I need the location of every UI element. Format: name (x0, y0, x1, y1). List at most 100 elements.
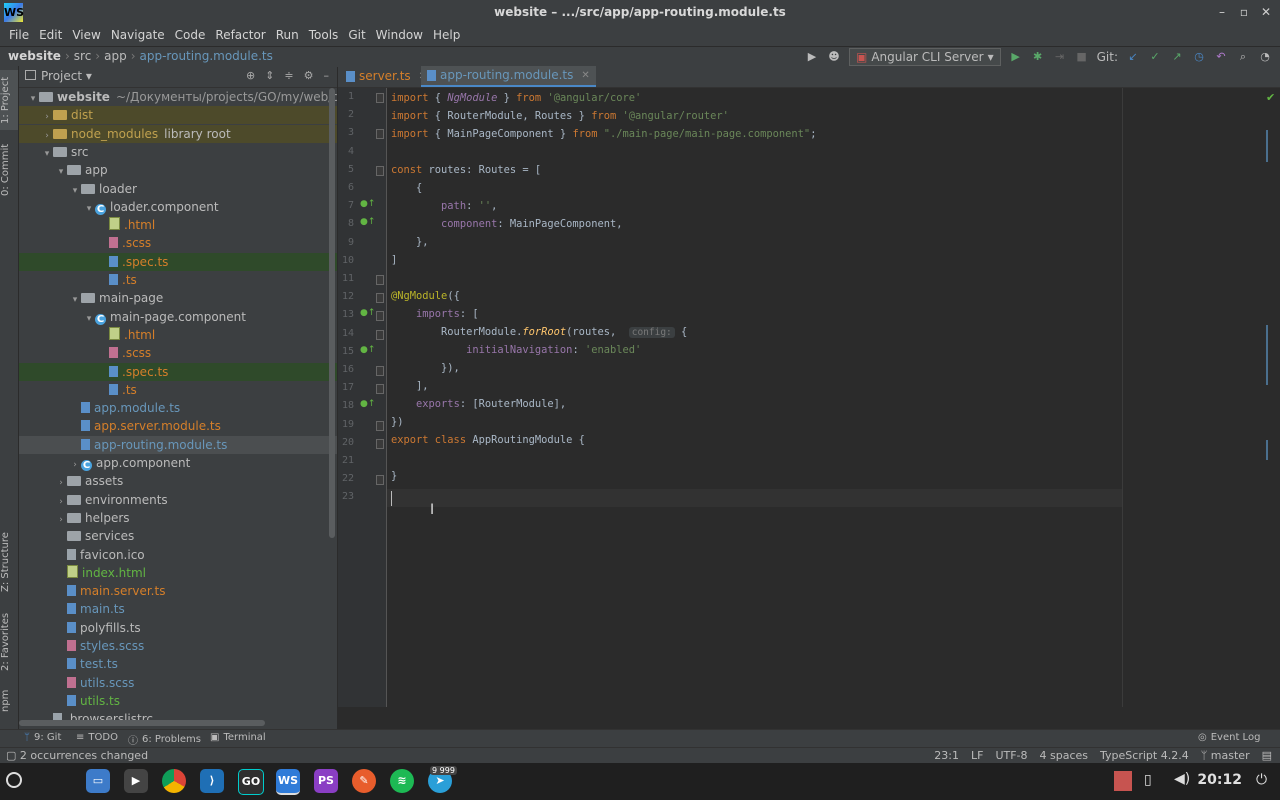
terminal-app-icon[interactable]: ▶ (124, 769, 148, 793)
file-manager-icon[interactable]: ▭ (86, 769, 110, 793)
locate-icon[interactable]: ⊕ (246, 69, 255, 82)
tree-item[interactable]: .scss (19, 344, 337, 362)
tree-item[interactable]: polyfills.ts (19, 619, 337, 637)
menu-git[interactable]: Git (343, 26, 370, 44)
tree-item[interactable]: test.ts (19, 655, 337, 673)
git-push-icon[interactable]: ↗ (1170, 50, 1184, 64)
tree-item[interactable]: › node_modules library root (19, 124, 337, 143)
tree-item[interactable]: .html (19, 216, 337, 234)
notifications-icon[interactable]: ◔ (1258, 50, 1272, 64)
tool-tab-event-log[interactable]: ◎ Event Log (1198, 732, 1260, 743)
chrome-icon[interactable] (162, 769, 186, 793)
line-separator[interactable]: LF (971, 749, 983, 762)
indent-setting[interactable]: 4 spaces (1040, 749, 1089, 762)
chevron-down-icon[interactable]: ▾ (41, 145, 53, 163)
tree-item[interactable]: › dist (19, 106, 337, 125)
tree-item[interactable]: .spec.ts (19, 252, 337, 271)
tool-tab-favorites[interactable]: 2: Favorites (0, 610, 18, 674)
menu-refactor[interactable]: Refactor (210, 26, 270, 44)
terminal-icon[interactable]: ▶ (805, 50, 819, 64)
tree-item[interactable]: app.server.module.ts (19, 417, 337, 435)
fold-marker-icon[interactable] (376, 165, 384, 176)
implements-marker-icon[interactable]: ●↑ (360, 199, 375, 209)
fold-marker-icon[interactable] (376, 275, 384, 285)
git-rollback-icon[interactable]: ↶ (1214, 50, 1228, 64)
menu-window[interactable]: Window (371, 26, 428, 44)
tree-item[interactable]: › Capp.component (19, 454, 337, 472)
tool-tab-structure[interactable]: Z: Structure (0, 530, 18, 594)
user-icon[interactable]: ☻ (827, 50, 841, 64)
tree-item[interactable]: .scss (19, 234, 337, 252)
tab-server-ts[interactable]: server.ts ✕ (340, 66, 433, 87)
vscode-icon[interactable]: ⟩ (200, 769, 224, 793)
file-encoding[interactable]: UTF-8 (995, 749, 1027, 762)
fold-marker-icon[interactable] (376, 129, 384, 140)
expand-all-icon[interactable]: ⇕ (265, 69, 274, 82)
close-icon[interactable]: ✕ (1258, 4, 1274, 20)
project-horizontal-scrollbar[interactable] (19, 720, 265, 726)
menu-navigate[interactable]: Navigate (106, 26, 170, 44)
webstorm-icon[interactable]: WS (276, 769, 300, 795)
tray-app-icon[interactable] (1114, 771, 1132, 791)
tree-item[interactable]: .ts (19, 381, 337, 399)
tree-item[interactable]: main.ts (19, 600, 337, 618)
stop-icon[interactable]: ■ (1075, 50, 1089, 64)
tree-item[interactable]: services (19, 527, 337, 545)
implements-marker-icon[interactable]: ●↑ (360, 345, 375, 355)
clipboard-icon[interactable]: ▯ (1144, 772, 1152, 788)
fold-marker-icon[interactable] (376, 366, 384, 376)
maximize-icon[interactable]: ▫ (1236, 4, 1252, 20)
implements-marker-icon[interactable]: ●↑ (360, 399, 375, 409)
git-history-icon[interactable]: ◷ (1192, 50, 1206, 64)
coverage-icon[interactable]: ⇥ (1053, 50, 1067, 64)
tree-item[interactable]: app.module.ts (19, 399, 337, 417)
menu-edit[interactable]: Edit (34, 26, 67, 44)
fold-marker-icon[interactable] (376, 475, 384, 486)
chevron-down-icon[interactable]: ▾ (83, 310, 95, 328)
fold-marker-icon[interactable] (376, 384, 384, 395)
menu-code[interactable]: Code (170, 26, 211, 44)
debug-icon[interactable]: ✱ (1031, 50, 1045, 64)
collapse-all-icon[interactable]: ≑ (284, 69, 293, 82)
tree-item[interactable]: ▾ loader (19, 180, 337, 198)
tool-tab-todo[interactable]: ≡ TODO (76, 732, 118, 743)
fold-marker-icon[interactable] (376, 329, 384, 340)
minimize-icon[interactable]: – (1214, 4, 1230, 20)
tool-tab-terminal[interactable]: ▣ Terminal (210, 732, 266, 743)
tree-item[interactable]: ▾ main-page (19, 289, 337, 307)
run-configuration-select[interactable]: ▣ Angular CLI Server ▾ (848, 48, 1001, 66)
chevron-down-icon[interactable]: ▾ (27, 90, 39, 108)
tree-item[interactable]: .html (19, 326, 337, 344)
tree-item[interactable]: ▾ app (19, 161, 337, 179)
chevron-right-icon[interactable]: › (69, 456, 81, 474)
project-view-select[interactable]: Project ▾ (25, 69, 92, 83)
chevron-down-icon[interactable]: ▾ (69, 291, 81, 309)
goland-icon[interactable]: GO (238, 769, 264, 795)
chevron-right-icon[interactable]: › (55, 493, 67, 511)
tool-tab-git[interactable]: ᛘ 9: Git (24, 732, 61, 743)
tree-item[interactable]: utils.scss (19, 674, 337, 692)
tool-tab-commit[interactable]: 0: Commit (0, 140, 18, 200)
chevron-right-icon[interactable]: › (55, 511, 67, 529)
fold-marker-icon[interactable] (376, 311, 384, 322)
git-branch-widget[interactable]: ᛘ master (1201, 749, 1250, 762)
breadcrumb-app[interactable]: app (104, 49, 127, 63)
menu-tools[interactable]: Tools (304, 26, 344, 44)
tab-app-routing-module-ts[interactable]: app-routing.module.ts ✕ (421, 66, 596, 87)
tree-item[interactable]: styles.scss (19, 637, 337, 655)
chevron-down-icon[interactable]: ▾ (83, 200, 95, 218)
breadcrumb-src[interactable]: src (74, 49, 92, 63)
language-service[interactable]: TypeScript 4.2.4 (1100, 749, 1189, 762)
git-commit-icon[interactable]: ✓ (1148, 50, 1162, 64)
tree-item[interactable]: ▾ Cmain-page.component (19, 308, 337, 326)
tree-item[interactable]: index.html (19, 564, 337, 582)
tree-item[interactable]: ▾ website ~/Документы/projects/GO/my/web/q… (19, 88, 337, 106)
tree-item[interactable]: ▾ src (19, 143, 337, 161)
tree-item[interactable]: .ts (19, 271, 337, 289)
chevron-right-icon[interactable]: › (55, 474, 67, 492)
tree-item[interactable]: › assets (19, 472, 337, 490)
tree-item[interactable]: main.server.ts (19, 582, 337, 600)
tool-tab-problems[interactable]: ⓘ 6: Problems (128, 732, 201, 747)
menu-file[interactable]: File (4, 26, 34, 44)
chevron-down-icon[interactable]: ▾ (55, 163, 67, 181)
